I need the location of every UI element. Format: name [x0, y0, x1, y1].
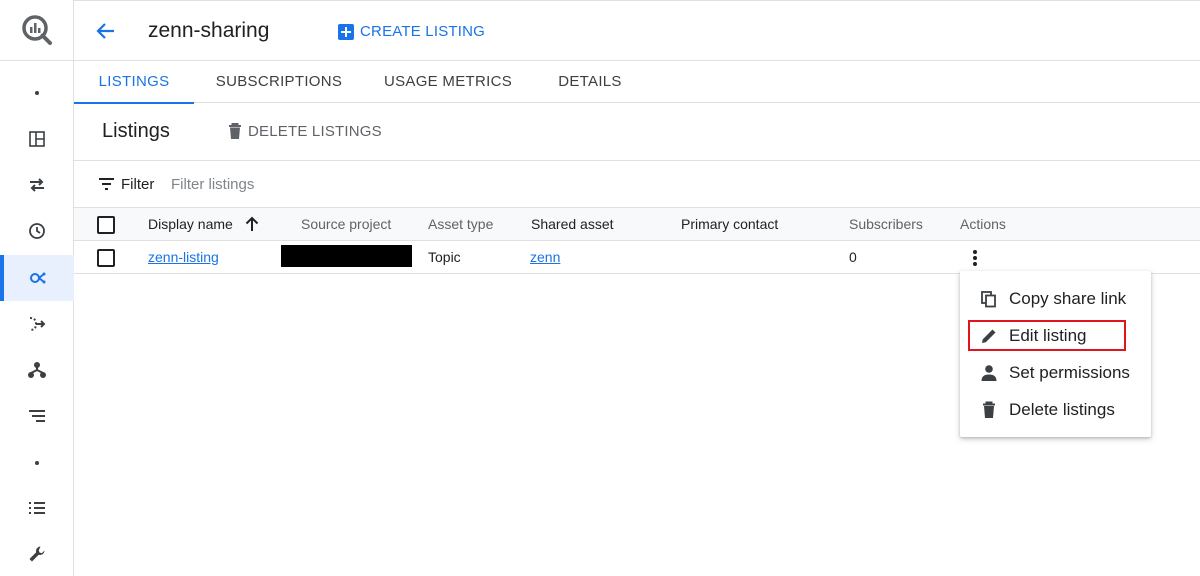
table-row: zenn-listing Topic zenn 0	[74, 241, 1200, 274]
kebab-dot	[973, 256, 977, 260]
column-header-subscribers[interactable]: Subscribers	[849, 208, 923, 241]
person-icon	[981, 365, 997, 381]
column-header-shared-asset[interactable]: Shared asset	[531, 208, 614, 241]
shared-asset-link[interactable]: zenn	[530, 241, 560, 274]
filter-label: Filter	[121, 176, 155, 193]
subscribers-cell: 0	[849, 249, 857, 265]
wrench-icon	[29, 546, 45, 562]
clock-icon	[29, 223, 45, 239]
tab-listings[interactable]: LISTINGS	[74, 61, 194, 104]
bigquery-logo[interactable]	[0, 0, 74, 61]
menu-item-label: Set permissions	[1009, 363, 1130, 382]
trash-icon	[983, 401, 995, 418]
menu-item-delete-listings[interactable]: Delete listings	[960, 391, 1151, 428]
delete-listings-label: DELETE LISTINGS	[248, 123, 382, 140]
filter-input[interactable]	[171, 172, 571, 196]
delete-listings-button[interactable]: DELETE LISTINGS	[228, 123, 382, 140]
asset-type-cell: Topic	[428, 249, 461, 265]
bigquery-logo-icon	[22, 15, 52, 45]
swap-arrows-icon	[30, 178, 44, 192]
tab-details[interactable]: DETAILS	[548, 61, 632, 103]
page-title: zenn-sharing	[148, 19, 270, 42]
rail-item-transfers[interactable]	[0, 162, 74, 208]
list-icon	[29, 502, 45, 514]
kebab-dot	[973, 262, 977, 266]
table-header: Display name Source project Asset type S…	[74, 208, 1200, 241]
sort-lines-icon	[29, 410, 45, 422]
rail-item-pipelines[interactable]	[0, 301, 74, 347]
menu-item-copy-share-link[interactable]: Copy share link	[960, 280, 1151, 317]
column-header-asset-type[interactable]: Asset type	[428, 208, 493, 241]
more-actions-button[interactable]	[970, 249, 980, 267]
pipeline-icon	[29, 317, 46, 331]
layout-icon	[29, 131, 45, 147]
rail-item-overview[interactable]	[0, 116, 74, 162]
dot-icon	[35, 461, 39, 465]
left-nav-rail	[0, 0, 74, 576]
menu-item-label: Edit listing	[1009, 326, 1087, 345]
create-listing-button[interactable]: CREATE LISTING	[338, 23, 485, 40]
redacted-source-project	[281, 245, 412, 267]
rail-dot-top	[0, 70, 74, 116]
column-label: Display name	[148, 216, 233, 232]
listings-section-header: Listings DELETE LISTINGS	[74, 103, 1200, 161]
dot-icon	[35, 91, 39, 95]
tab-bar: LISTINGS SUBSCRIPTIONS USAGE METRICS DET…	[74, 61, 1200, 104]
analytics-hub-icon	[30, 272, 46, 284]
kebab-dot	[973, 250, 977, 254]
tab-subscriptions[interactable]: SUBSCRIPTIONS	[204, 61, 354, 103]
rail-item-list[interactable]	[0, 485, 74, 531]
tab-usage-metrics[interactable]: USAGE METRICS	[374, 61, 522, 103]
menu-item-label: Delete listings	[1009, 400, 1115, 419]
copy-icon	[981, 291, 996, 308]
create-listing-label: CREATE LISTING	[360, 23, 486, 40]
menu-item-label: Copy share link	[1009, 289, 1127, 308]
back-button[interactable]	[94, 19, 118, 43]
arrow-left-icon	[96, 23, 114, 39]
rail-item-analytics-hub[interactable]	[0, 255, 74, 301]
pencil-icon	[982, 329, 996, 343]
listing-name-link[interactable]: zenn-listing	[148, 241, 219, 274]
trash-icon	[229, 123, 241, 139]
add-box-icon	[338, 23, 354, 40]
section-title: Listings	[102, 120, 170, 142]
select-all-checkbox[interactable]	[97, 216, 115, 234]
rail-item-scheduled-queries[interactable]	[0, 208, 74, 254]
hierarchy-icon	[28, 362, 46, 378]
column-header-display-name[interactable]: Display name	[148, 208, 259, 241]
column-header-actions: Actions	[960, 216, 1006, 232]
filter-bar: Filter	[74, 161, 1200, 208]
top-header: zenn-sharing CREATE LISTING	[74, 0, 1200, 61]
column-header-primary-contact[interactable]: Primary contact	[681, 208, 778, 241]
rail-item-tools[interactable]	[0, 531, 74, 576]
menu-item-set-permissions[interactable]: Set permissions	[960, 354, 1151, 391]
arrow-up-icon	[245, 216, 258, 231]
actions-menu: Copy share link Edit listing Set permiss…	[960, 271, 1151, 437]
column-header-source-project[interactable]: Source project	[301, 208, 391, 241]
filter-icon	[99, 178, 114, 190]
rail-dot-bottom	[0, 440, 74, 486]
menu-item-edit-listing[interactable]: Edit listing	[960, 317, 1151, 354]
row-checkbox[interactable]	[97, 249, 115, 267]
rail-item-hierarchy[interactable]	[0, 347, 74, 393]
rail-item-sorted-list[interactable]	[0, 393, 74, 439]
